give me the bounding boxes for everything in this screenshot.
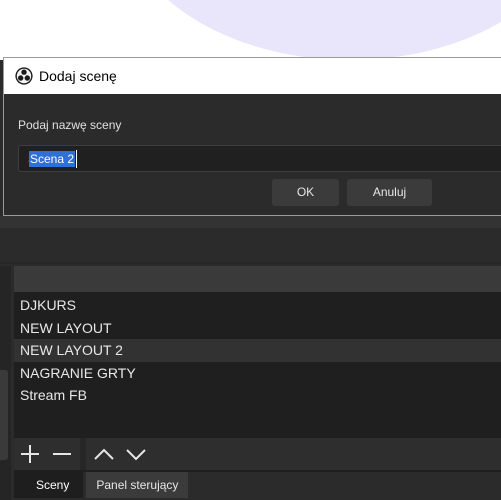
plus-icon (21, 445, 39, 463)
dialog-titlebar[interactable]: Dodaj scenę (4, 58, 501, 94)
move-scene-up-button[interactable] (88, 438, 120, 470)
scene-list-item[interactable]: DJKURS (14, 294, 501, 317)
wallpaper-shape (120, 0, 501, 60)
dock-divider[interactable] (0, 262, 501, 264)
text-caret (76, 150, 77, 168)
scene-list-item[interactable]: NAGRANIE GRTY (14, 361, 501, 385)
scene-list-item[interactable]: Stream FB (14, 384, 501, 407)
dock-tab-bar: Sceny Panel sterujący (14, 472, 189, 498)
remove-scene-button[interactable] (46, 438, 78, 470)
cancel-button[interactable]: Anuluj (347, 179, 432, 206)
desktop-background (0, 0, 501, 60)
scene-list-item[interactable]: NEW LAYOUT (14, 316, 501, 340)
chevron-up-icon (94, 448, 114, 460)
add-scene-button[interactable] (14, 438, 46, 470)
ok-button[interactable]: OK (272, 179, 339, 206)
scene-list: DJKURS NEW LAYOUT NEW LAYOUT 2 NAGRANIE … (14, 294, 501, 407)
tab-control-panel[interactable]: Panel sterujący (86, 472, 189, 498)
tab-scenes[interactable]: Sceny (14, 472, 84, 498)
move-scene-down-button[interactable] (120, 438, 152, 470)
scene-name-input[interactable] (18, 145, 501, 172)
dialog-title: Dodaj scenę (39, 68, 117, 84)
scenes-panel-header (14, 266, 501, 292)
obs-logo-icon (15, 67, 33, 85)
chevron-down-icon (126, 449, 146, 461)
left-dock-handle[interactable] (0, 370, 8, 460)
scenes-toolbar (14, 438, 501, 470)
main-window-top-strip (0, 216, 501, 228)
scene-name-prompt: Podaj nazwę sceny (18, 118, 122, 132)
left-dock-edge (0, 266, 11, 500)
add-scene-dialog: Dodaj scenę Podaj nazwę sceny Scena 2 OK… (3, 57, 501, 216)
toolbar-separator (80, 438, 86, 470)
scene-list-item-selected[interactable]: NEW LAYOUT 2 (14, 339, 501, 362)
selected-text: Scena 2 (29, 151, 76, 167)
minus-icon (53, 453, 71, 455)
